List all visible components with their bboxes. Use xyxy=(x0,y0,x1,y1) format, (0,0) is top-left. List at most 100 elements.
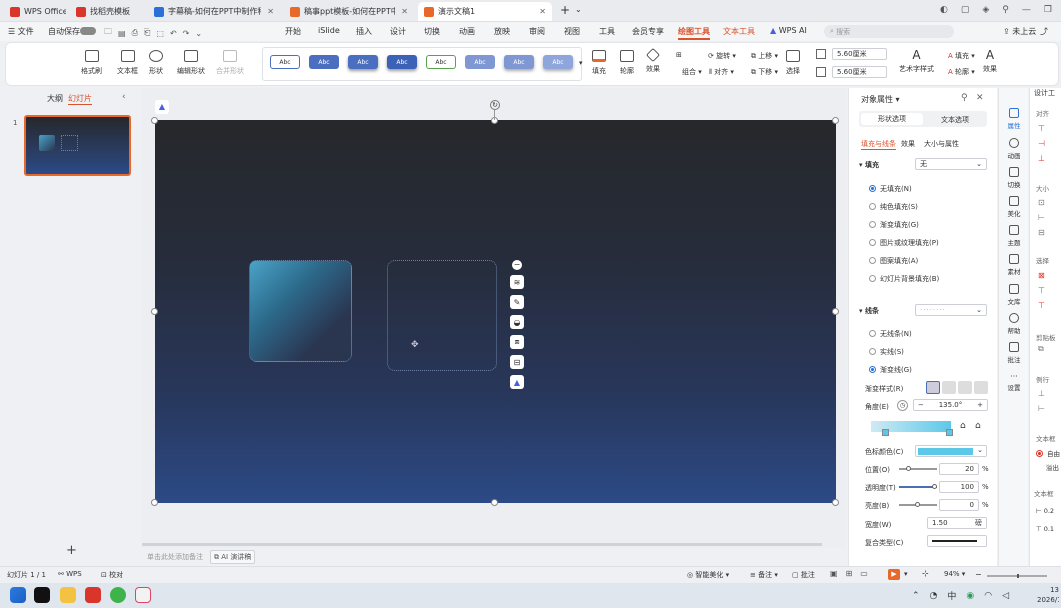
smart-beautify-button[interactable]: ◎ 智能美化 ▾ xyxy=(687,570,729,580)
resize-handle-ne[interactable] xyxy=(832,117,839,124)
fill-button[interactable]: 填充 xyxy=(592,50,606,76)
fill-section-heading[interactable]: ▾ 填充 xyxy=(859,160,879,170)
decrement-icon[interactable]: − xyxy=(918,401,924,409)
gradient-stop-2[interactable] xyxy=(946,429,953,436)
menu-animation[interactable]: 动画 xyxy=(459,26,475,37)
resize-handle-s[interactable] xyxy=(491,499,498,506)
close-icon[interactable]: ✕ xyxy=(267,7,274,16)
layers-icon[interactable]: ≋ xyxy=(510,275,524,289)
text-outline-button[interactable]: A 轮廓 ▾ xyxy=(948,67,975,77)
close-icon[interactable]: ✕ xyxy=(539,7,546,16)
angle-dial-icon[interactable]: ◷ xyxy=(897,400,908,411)
shape-style-7[interactable]: Abc xyxy=(504,55,534,69)
close-icon[interactable]: ✕ xyxy=(401,7,408,16)
file-menu[interactable]: ☰ 文件 xyxy=(8,26,34,37)
gradient-path-button[interactable] xyxy=(974,381,988,394)
pen-icon[interactable]: ✎ xyxy=(510,295,524,309)
redo-icon[interactable]: ↷ xyxy=(183,29,190,38)
resize-handle-sw[interactable] xyxy=(151,499,158,506)
assets-tab[interactable]: 素材 xyxy=(999,254,1029,276)
combine-button[interactable]: 组合 ▾ xyxy=(682,67,702,77)
wifi-icon[interactable]: ◠ xyxy=(984,591,992,601)
ai-float-icon[interactable]: ▲ xyxy=(510,375,524,389)
fill-option-gradient[interactable]: 渐变填充(G) xyxy=(869,220,919,230)
cloud-status[interactable]: ⇪ 未上云 xyxy=(1003,26,1036,37)
collapse-float-icon[interactable]: − xyxy=(512,260,522,270)
wechat-icon[interactable] xyxy=(110,587,126,603)
bring-forward-button[interactable]: ⧉ 上移 ▾ xyxy=(751,51,778,61)
increment-icon[interactable]: + xyxy=(977,401,983,409)
tab-ppt-template[interactable]: 稿事ppt模板-如何在PPT中制作✕ xyxy=(284,2,414,21)
margin-left-input[interactable]: ⊢ 0.2 xyxy=(1036,507,1054,515)
gallery-expand-icon[interactable]: ▾ xyxy=(579,59,583,67)
wps-taskbar-icon[interactable] xyxy=(85,587,101,603)
shape-style-8[interactable]: Abc xyxy=(543,55,573,69)
beautify-tab[interactable]: 美化 xyxy=(999,196,1029,218)
zoom-level[interactable]: 94% ▾ xyxy=(944,570,965,578)
overflow-option[interactable]: 溢出 xyxy=(1046,462,1059,472)
align-icons[interactable]: ⊤ ⊣ ⊥ xyxy=(1038,121,1045,166)
fit-window-icon[interactable]: ⊹ xyxy=(922,569,929,578)
print-icon[interactable]: ⎙ xyxy=(132,28,138,38)
position-input[interactable]: 20 xyxy=(939,463,979,475)
art-text-style-button[interactable]: A 艺术字样式 xyxy=(899,48,934,74)
notes-button[interactable]: ≡ 备注 ▾ xyxy=(750,570,778,580)
library-tab[interactable]: 文库 xyxy=(999,284,1029,306)
notes-placeholder[interactable]: 单击此处添加备注 xyxy=(147,552,203,562)
menu-drawing-tools[interactable]: 绘图工具 xyxy=(678,26,710,40)
brightness-slider[interactable] xyxy=(899,502,937,507)
rotate-handle-icon[interactable]: ↻ xyxy=(490,100,500,110)
edit-shape-button[interactable]: 编辑形状 xyxy=(177,50,205,76)
fill-option-pattern[interactable]: 图案填充(A) xyxy=(869,256,918,266)
animation-tab[interactable]: 动画 xyxy=(999,138,1029,160)
account-icon[interactable]: ◐ xyxy=(940,5,948,15)
export-icon[interactable]: ⬚ xyxy=(156,29,164,38)
volume-icon[interactable]: ◁ xyxy=(1002,591,1009,601)
margin-top-input[interactable]: ⊤ 0.1 xyxy=(1036,525,1054,533)
fill-option-none[interactable]: 无填充(N) xyxy=(869,184,912,194)
arrange-icon[interactable]: ⊞ xyxy=(676,51,682,59)
line-option-none[interactable]: 无线条(N) xyxy=(869,329,912,339)
undo-icon[interactable]: ↶ xyxy=(170,29,177,38)
folder-icon[interactable]: 🗀 xyxy=(104,26,112,40)
shape-height-input[interactable]: 5.60厘米 xyxy=(832,48,887,60)
outline-button[interactable]: 轮廓 xyxy=(620,50,634,76)
ai-assist-icon[interactable]: ▲ xyxy=(155,100,169,114)
resize-handle-e[interactable] xyxy=(832,308,839,315)
chevron-down-icon[interactable]: ⌄ xyxy=(575,5,582,14)
horizontal-scrollbar[interactable] xyxy=(142,543,822,546)
ime-icon[interactable]: 中 xyxy=(947,589,956,602)
search-box[interactable]: ⌕ 搜索 xyxy=(824,25,954,38)
position-slider[interactable] xyxy=(899,466,937,471)
layout-icon[interactable]: ▢ xyxy=(961,5,970,15)
line-type-select[interactable]: ········ ⌄ xyxy=(915,304,987,316)
reading-view-icon[interactable]: ▭ xyxy=(860,569,868,578)
gradient-linear-button[interactable] xyxy=(926,381,940,394)
line-option-solid[interactable]: 实线(S) xyxy=(869,347,904,357)
text-effect-button[interactable]: A 效果 xyxy=(983,48,997,74)
tab-docer-templates[interactable]: 找稻壳模板 xyxy=(70,2,146,21)
line-width-input[interactable]: 1.50 磅 xyxy=(927,517,987,529)
tray-chevron-icon[interactable]: ⌃ xyxy=(912,591,920,601)
add-slide-button[interactable]: + xyxy=(66,543,77,558)
skin-icon[interactable]: ◈ xyxy=(982,5,989,15)
new-tab-button[interactable]: + xyxy=(560,3,570,17)
transparency-slider[interactable] xyxy=(899,484,937,489)
wps-status[interactable]: ⚯ WPS xyxy=(58,570,82,578)
merge-shape-button[interactable]: 合并形状 xyxy=(216,50,244,76)
selected-shape-outline[interactable] xyxy=(387,260,497,371)
share-icon[interactable]: ⤴ xyxy=(1040,26,1048,37)
proofread-button[interactable]: ⊡ 校对 xyxy=(101,570,123,580)
select-icons[interactable]: ⊠ ⊤ ⊤ xyxy=(1038,268,1045,313)
slides-tab[interactable]: 幻灯片 xyxy=(68,93,92,105)
menu-home[interactable]: 开始 xyxy=(285,26,301,37)
clipboard-icons[interactable]: ⧉ xyxy=(1038,344,1044,354)
snipping-tool-icon[interactable] xyxy=(135,587,151,603)
menu-wps-ai[interactable]: ▲ WPS AI xyxy=(770,26,807,35)
fill-type-select[interactable]: 无 ⌄ xyxy=(915,158,987,170)
fill-icon[interactable]: ◒ xyxy=(510,315,524,329)
file-explorer-icon[interactable] xyxy=(60,587,76,603)
menu-review[interactable]: 审阅 xyxy=(529,26,545,37)
collapse-icon[interactable]: ‹ xyxy=(122,92,126,102)
settings-icon[interactable]: ⚲ xyxy=(1002,5,1009,15)
